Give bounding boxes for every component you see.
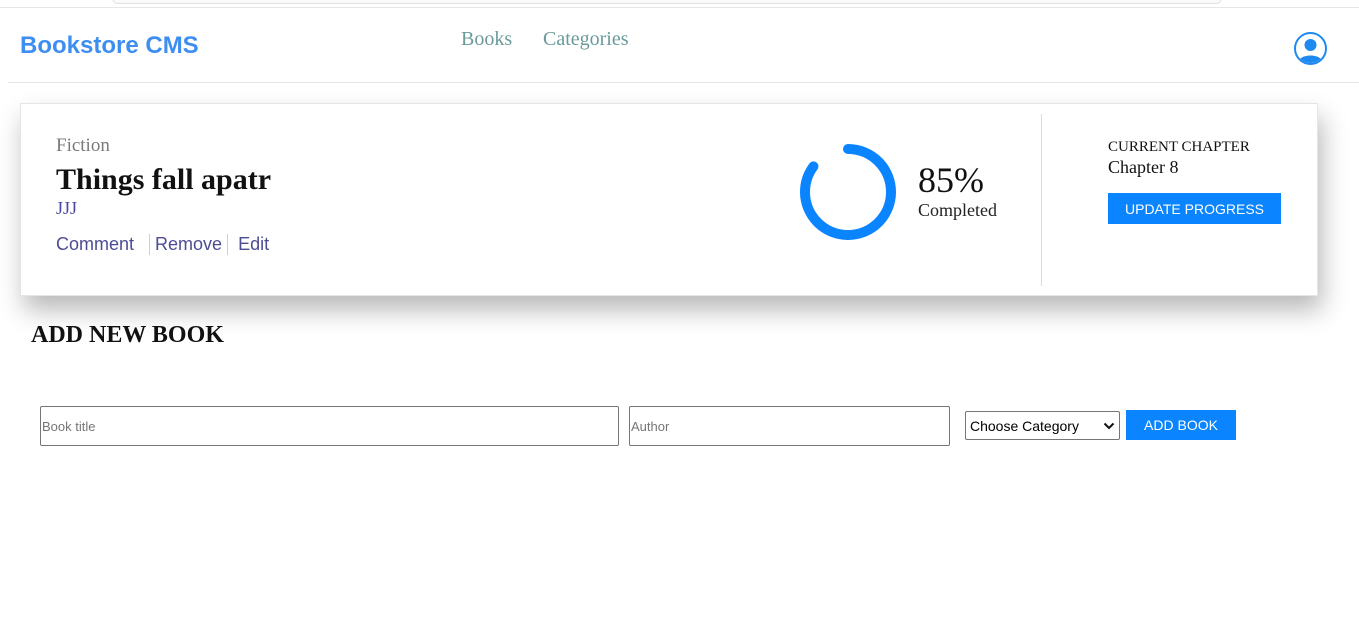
author-input[interactable] — [629, 406, 950, 446]
action-divider — [149, 234, 151, 255]
chevron-down-icon — [1103, 422, 1115, 430]
edit-button[interactable]: Edit — [238, 234, 269, 255]
remove-button[interactable]: Remove — [155, 234, 222, 255]
add-book-button[interactable]: ADD BOOK — [1126, 410, 1236, 440]
add-book-heading: ADD NEW BOOK — [31, 322, 224, 348]
current-chapter-value: Chapter 8 — [1108, 157, 1179, 177]
current-chapter-heading: CURRENT CHAPTER — [1108, 139, 1250, 155]
progress-arc — [800, 144, 896, 240]
browser-top-strip — [0, 0, 1359, 8]
card-divider — [1041, 114, 1042, 286]
update-progress-button[interactable]: UPDATE PROGRESS — [1108, 193, 1281, 224]
nav-link-categories[interactable]: Categories — [543, 28, 629, 51]
comment-button[interactable]: Comment — [56, 234, 134, 255]
book-actions: Comment Remove Edit — [56, 234, 269, 255]
book-title: Things fall apatr — [56, 163, 272, 196]
action-divider — [227, 234, 229, 255]
navbar: Bookstore CMS Books Categories — [8, 8, 1359, 83]
browser-address-bar — [112, 0, 1222, 4]
progress-ring — [800, 144, 896, 240]
book-author: JJJ — [56, 198, 78, 218]
category-select-value: Choose Category — [970, 417, 1079, 434]
progress-percent: 85% — [918, 160, 984, 200]
nav-link-books[interactable]: Books — [461, 28, 512, 51]
book-genre: Fiction — [56, 135, 110, 156]
category-select[interactable]: Choose Category — [965, 411, 1120, 440]
book-title-input[interactable] — [40, 406, 619, 446]
brand-logo[interactable]: Bookstore CMS — [20, 32, 199, 60]
progress-status: Completed — [918, 200, 997, 220]
user-avatar-icon[interactable] — [1294, 32, 1327, 65]
book-card: Fiction Things fall apatr JJJ Comment Re… — [20, 103, 1318, 296]
